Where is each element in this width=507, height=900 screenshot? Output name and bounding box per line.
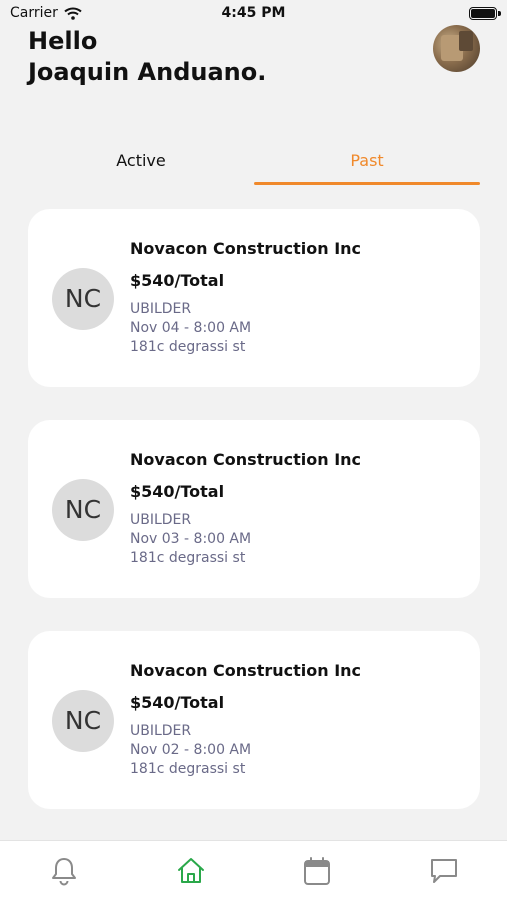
job-address: 181c degrassi st — [130, 550, 246, 566]
job-datetime: Nov 04 - 8:00 AM — [130, 320, 252, 336]
bell-icon — [52, 858, 76, 886]
status-time: 4:45 PM — [221, 5, 286, 21]
nav-home[interactable] — [176, 855, 206, 887]
job-address: 181c degrassi st — [130, 339, 246, 355]
job-datetime: Nov 02 - 8:00 AM — [130, 742, 252, 758]
greeting-hello: Hello — [28, 27, 98, 55]
tab-selected-indicator — [254, 182, 480, 185]
job-card[interactable]: NC Novacon Construction Inc $540/Total U… — [28, 209, 480, 387]
calendar-icon — [304, 857, 330, 885]
home-icon — [178, 858, 204, 883]
company-initials-avatar: NC — [52, 268, 114, 330]
tab-past[interactable]: Past — [254, 145, 480, 185]
greeting: Hello Joaquin Anduano. — [28, 26, 266, 88]
job-price: $540/Total — [130, 482, 225, 501]
job-card[interactable]: NC Novacon Construction Inc $540/Total U… — [28, 631, 480, 809]
job-price: $540/Total — [130, 693, 225, 712]
battery-icon — [469, 7, 501, 20]
job-role: UBILDER — [130, 512, 192, 528]
company-name: Novacon Construction Inc — [130, 450, 362, 469]
company-initials-avatar: NC — [52, 479, 114, 541]
company-name: Novacon Construction Inc — [130, 661, 362, 680]
tabs: Active Past — [28, 145, 480, 185]
tab-active-label: Active — [116, 151, 166, 170]
avatar[interactable] — [433, 25, 480, 72]
tab-active[interactable]: Active — [28, 145, 254, 185]
company-initials-avatar: NC — [52, 690, 114, 752]
job-card[interactable]: NC Novacon Construction Inc $540/Total U… — [28, 420, 480, 598]
tab-past-label: Past — [350, 151, 384, 170]
chat-icon — [431, 859, 457, 883]
job-role: UBILDER — [130, 723, 192, 739]
status-bar: Carrier 4:45 PM — [0, 0, 507, 28]
nav-notifications[interactable] — [49, 855, 79, 887]
job-address: 181c degrassi st — [130, 761, 246, 777]
greeting-user-name: Joaquin Anduano. — [28, 58, 267, 86]
nav-messages[interactable] — [429, 855, 459, 887]
job-datetime: Nov 03 - 8:00 AM — [130, 531, 252, 547]
company-name: Novacon Construction Inc — [130, 239, 362, 258]
nav-calendar[interactable] — [302, 855, 332, 887]
job-price: $540/Total — [130, 271, 225, 290]
bottom-nav — [0, 840, 507, 900]
job-role: UBILDER — [130, 301, 192, 317]
